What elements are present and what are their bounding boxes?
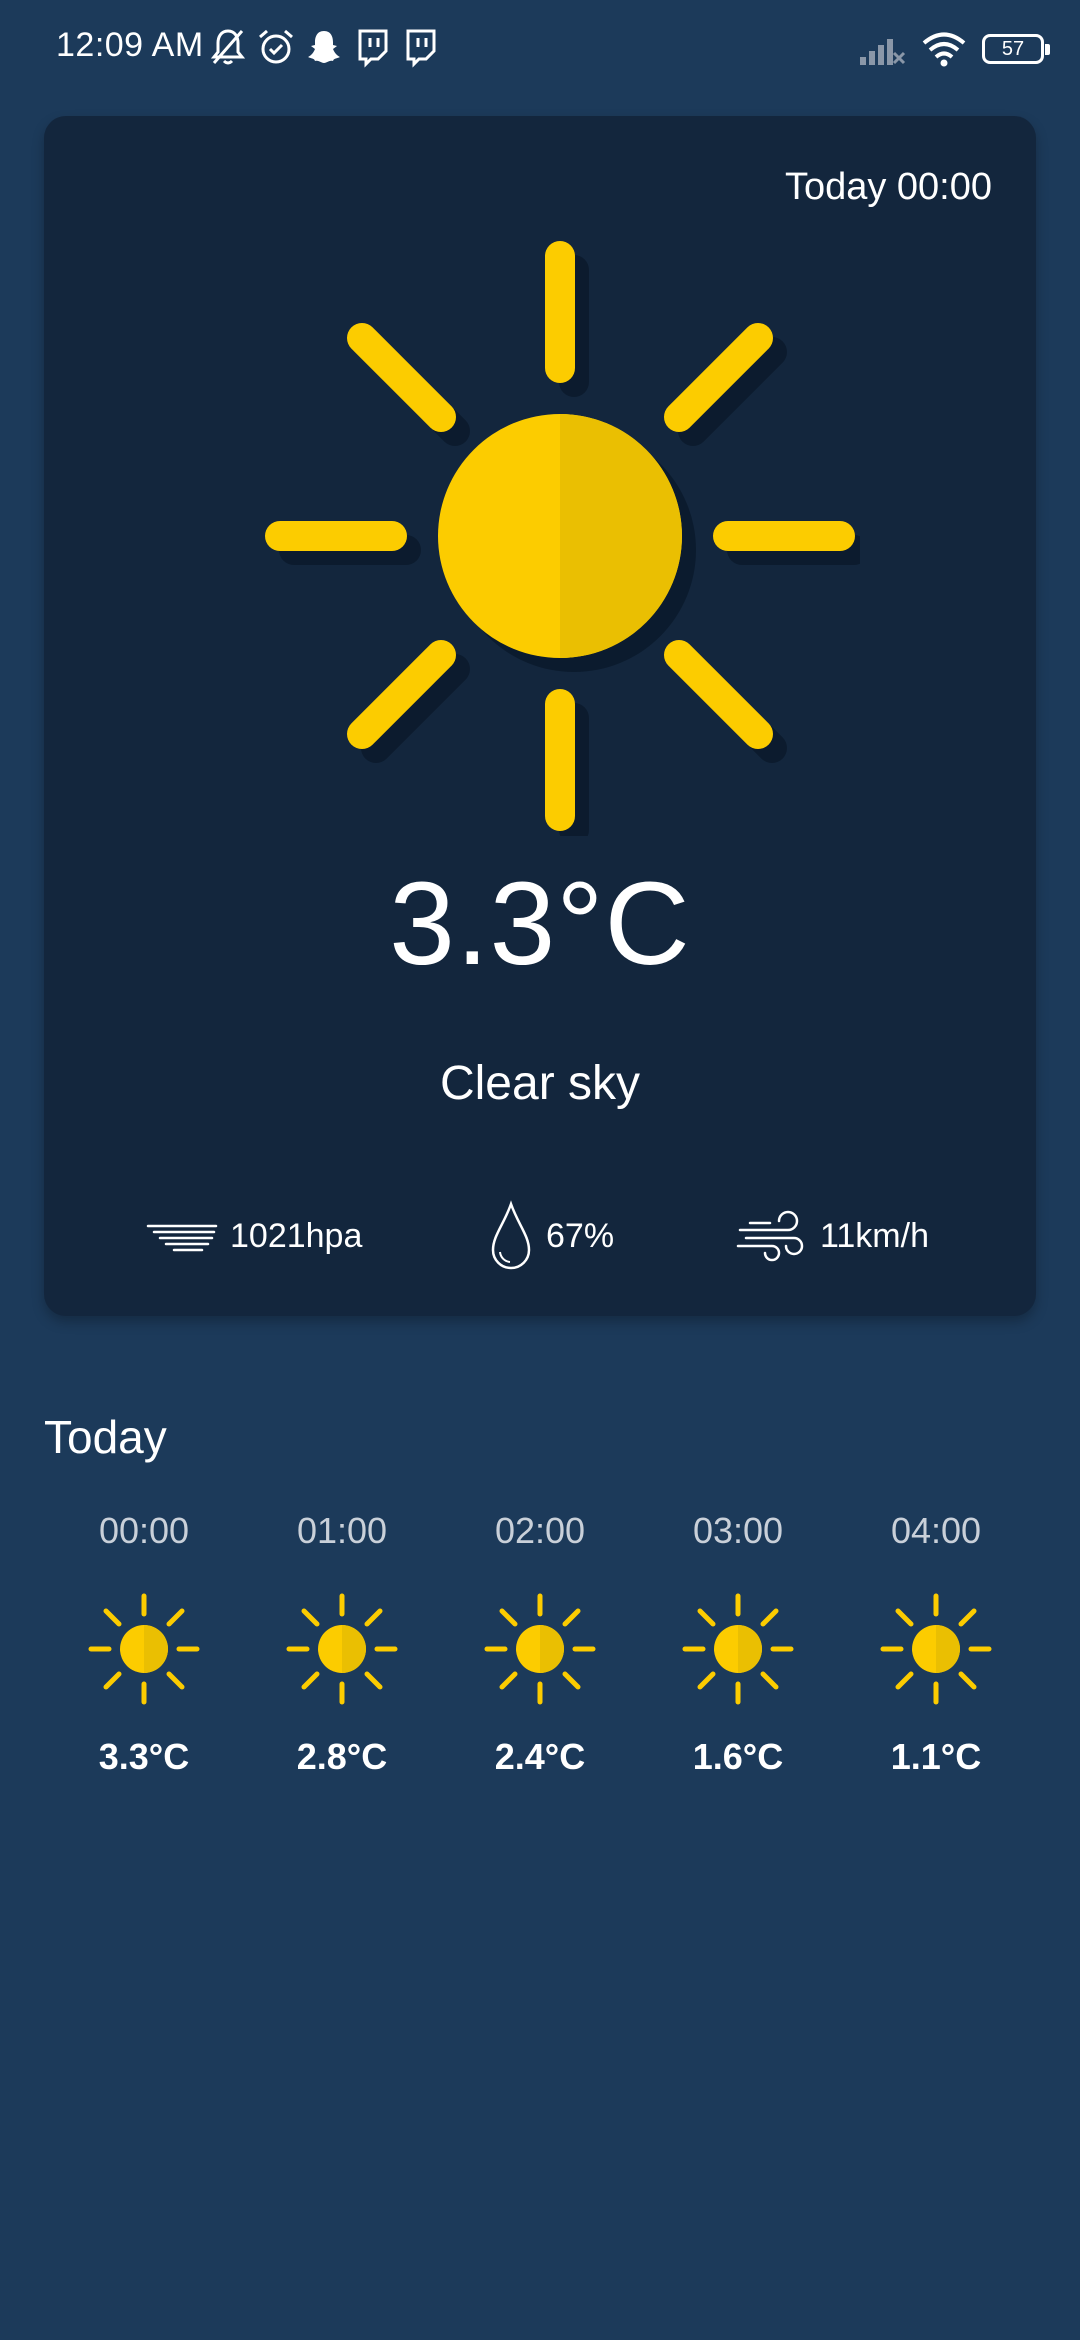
hourly-item: 01:00 2.8°C — [242, 1510, 442, 1810]
wifi-icon — [922, 32, 966, 67]
twitch-icon — [358, 29, 388, 68]
current-temperature: 3.3°C — [389, 858, 691, 990]
hour-temperature: 2.4°C — [494, 1736, 586, 1777]
hour-temperature: 3.3°C — [98, 1736, 190, 1777]
humidity-metric: 67% — [488, 1196, 614, 1276]
system-icons: 57 — [858, 24, 1050, 74]
hourly-item: 00:00 3.3°C — [44, 1510, 244, 1810]
weather-condition: Clear sky — [439, 1057, 641, 1110]
battery-icon: 57 — [982, 34, 1050, 64]
today-section-title: Today — [44, 1411, 167, 1463]
hourly-item: 02:00 2.4°C — [440, 1510, 640, 1810]
hour-temperature: 1.6°C — [692, 1736, 784, 1777]
wind-value: 11km/h — [820, 1216, 929, 1255]
sun-icon — [286, 1593, 398, 1705]
sun-icon — [88, 1593, 200, 1705]
hour-time: 01:00 — [296, 1510, 388, 1551]
hour-time: 04:00 — [890, 1510, 982, 1551]
hourly-item: 03:00 1.6°C — [638, 1510, 838, 1810]
hourly-forecast: 00:00 3.3°C 01:00 2.8°C 02:00 2.4°C 03:0… — [44, 1510, 1036, 1810]
pressure-value: 1021hpa — [230, 1216, 363, 1255]
clear-sky-sun-icon — [265, 241, 860, 836]
signal-off-icon — [860, 39, 906, 65]
humidity-value: 67% — [546, 1216, 615, 1255]
hour-time: 02:00 — [494, 1510, 586, 1551]
bell-off-icon — [210, 29, 246, 65]
snapchat-icon — [308, 31, 340, 63]
pressure-metric: 1021hpa — [146, 1196, 362, 1276]
sun-icon — [682, 1593, 794, 1705]
hour-temperature: 2.8°C — [296, 1736, 388, 1777]
wind-metric: 11km/h — [736, 1196, 929, 1276]
sun-icon — [484, 1593, 596, 1705]
sun-icon — [880, 1593, 992, 1705]
battery-level: 57 — [1001, 37, 1025, 60]
hourly-item: 04:00 1.1°C — [836, 1510, 1036, 1810]
current-timestamp: Today 00:00 — [784, 166, 992, 208]
hour-time: 00:00 — [98, 1510, 190, 1551]
status-bar: 12:09 AM 57 — [0, 0, 1080, 100]
twitch-icon — [406, 29, 436, 68]
notification-icons — [208, 22, 440, 72]
status-time: 12:09 AM — [56, 26, 204, 64]
water-drop-icon — [491, 1200, 531, 1270]
pressure-icon — [146, 1224, 218, 1252]
hour-temperature: 1.1°C — [890, 1736, 982, 1777]
wind-icon — [736, 1210, 804, 1262]
hour-time: 03:00 — [692, 1510, 784, 1551]
alarm-icon — [259, 29, 293, 64]
current-weather-card: Today 00:00 3.3°C Clear sky 1021hpa 67% … — [44, 116, 1036, 1316]
